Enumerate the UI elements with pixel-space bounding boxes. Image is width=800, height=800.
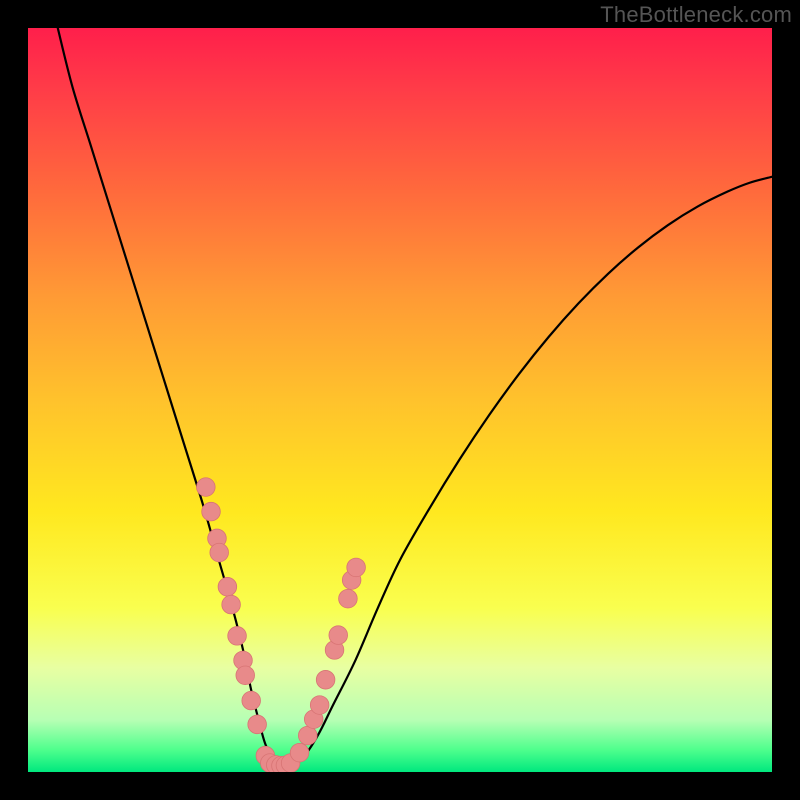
curve-marker (298, 726, 317, 745)
curve-marker (347, 558, 366, 577)
curve-marker (228, 627, 247, 646)
curve-markers (197, 478, 366, 772)
curve-marker (218, 577, 237, 596)
curve-marker (210, 543, 229, 562)
watermark-text: TheBottleneck.com (600, 2, 792, 28)
curve-marker (310, 696, 329, 715)
curve-marker (197, 478, 216, 497)
plot-area (28, 28, 772, 772)
curve-marker (339, 589, 358, 608)
curve-marker (290, 743, 309, 762)
plot-svg (28, 28, 772, 772)
curve-marker (329, 626, 348, 645)
curve-marker (222, 595, 241, 614)
curve-marker (242, 691, 261, 710)
chart-frame: TheBottleneck.com (0, 0, 800, 800)
bottleneck-curve (58, 28, 772, 769)
curve-marker (248, 715, 267, 734)
curve-marker (202, 502, 221, 521)
curve-marker (236, 666, 255, 685)
curve-marker (316, 670, 335, 689)
